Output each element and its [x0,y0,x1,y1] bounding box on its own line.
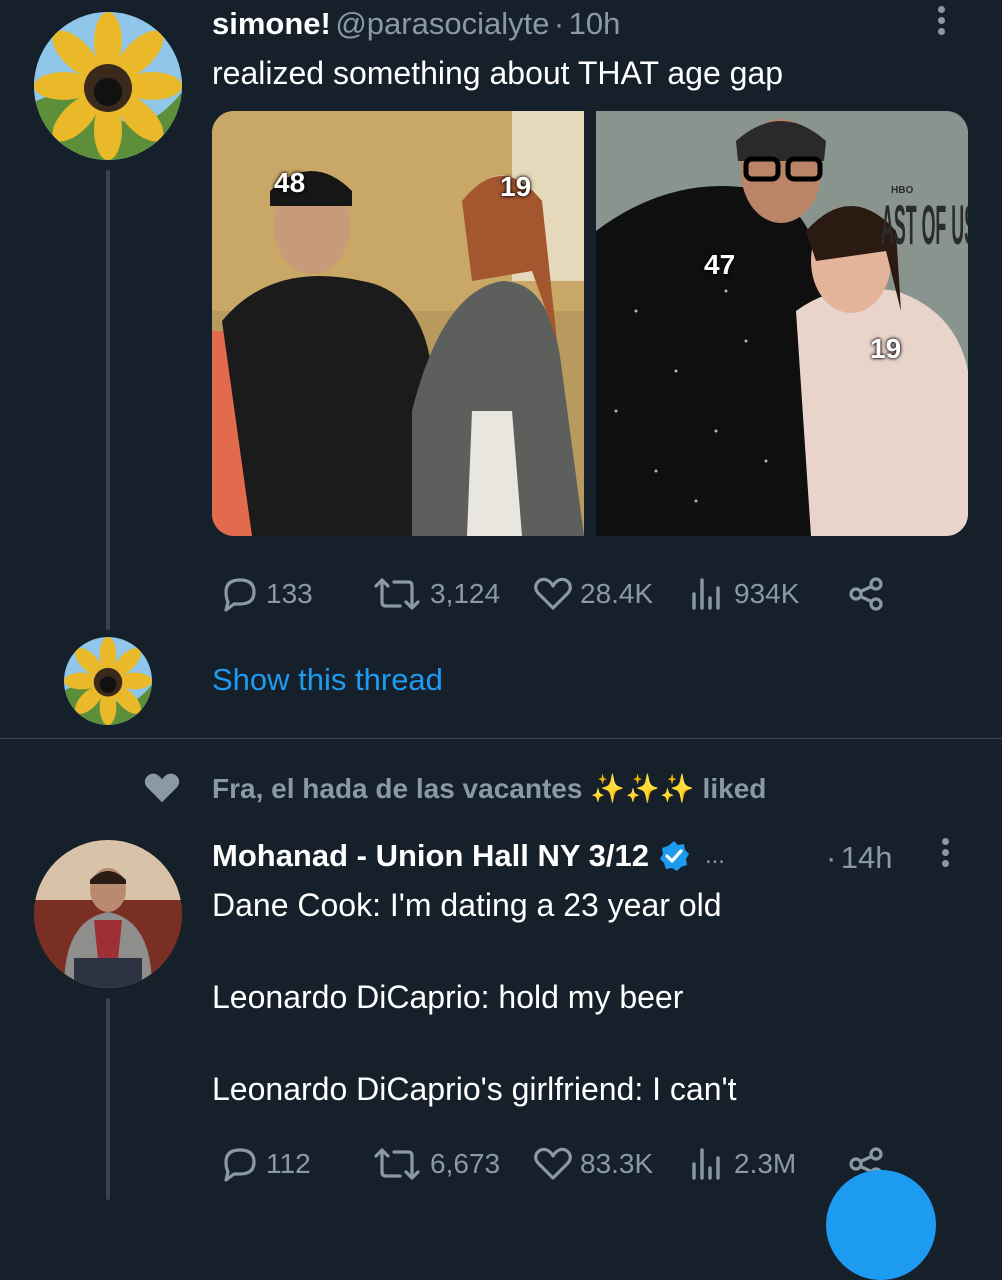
age-label-3: 47 [704,249,736,280]
views-icon [692,1148,720,1180]
avatar-simone[interactable] [34,12,182,160]
like-button[interactable]: 28.4K [532,576,653,612]
name-ellipsis: ... [704,842,725,869]
separator-2: · [826,840,837,875]
liked-banner[interactable]: Fra, el hada de las vacantes ✨✨✨ liked [212,772,766,805]
like-count-2: 83.3K [580,1148,654,1179]
heart-icon [534,577,572,610]
share-icon [849,577,883,611]
tweet-header-2: Mohanad - Union Hall NY 3/12 ... [212,838,725,874]
retweet-count: 3,124 [430,578,501,609]
more-options-icon-2[interactable] [942,834,949,871]
tweet-text-line-2: Leonardo DiCaprio: hold my beer [212,979,684,1015]
retweet-button[interactable]: 3,124 [370,576,500,612]
tweet-text: realized something about THAT age gap [212,55,784,91]
age-label-2: 19 [500,171,532,202]
tweet-text-line-1: Dane Cook: I'm dating a 23 year old [212,887,722,923]
timestamp[interactable]: 10h [569,6,621,41]
like-button-2[interactable]: 83.3K [532,1146,653,1182]
time-group-2: · 14h [826,840,893,876]
thread-line [106,170,110,630]
sign-text: AST OF US [881,195,968,257]
retweet-count-2: 6,673 [430,1148,501,1179]
timestamp-2[interactable]: 14h [841,840,893,875]
reply-icon [224,1148,256,1182]
author-name[interactable]: simone! [212,6,331,41]
tweet-image-1[interactable]: 48 19 [212,111,584,536]
reply-button-2[interactable]: 112 [218,1146,311,1182]
thread-avatar[interactable] [64,637,152,725]
divider [0,738,1002,739]
liked-heart-icon [142,770,182,811]
share-button[interactable] [846,576,892,612]
retweet-button-2[interactable]: 6,673 [370,1146,500,1182]
reply-button[interactable]: 133 [218,576,313,612]
compose-button[interactable] [826,1170,936,1280]
reply-count: 133 [266,578,313,609]
avatar-mohanad[interactable] [34,840,182,988]
views-count: 934K [734,578,800,609]
views-count-2: 2.3M [734,1148,797,1179]
more-options-icon[interactable] [938,2,945,39]
views-button[interactable]: 934K [688,576,799,612]
reply-icon [224,578,256,612]
thread-line-2 [106,998,110,1200]
separator: · [553,6,565,41]
retweet-icon [374,578,420,610]
author-name-2[interactable]: Mohanad - Union Hall NY 3/12 [212,838,649,874]
tweet-image-2[interactable]: HBO AST OF US 47 19 [596,111,968,536]
views-icon [692,578,720,610]
author-handle[interactable]: @parasocialyte [335,6,549,41]
tweet-text-line-3: Leonardo DiCaprio's girlfriend: I can't [212,1071,737,1107]
tweet-header: simone! @parasocialyte · 10h [212,6,620,42]
age-label-4: 19 [870,333,902,364]
retweet-icon [374,1148,420,1180]
like-count: 28.4K [580,578,654,609]
heart-icon [534,1147,572,1180]
age-label-1: 48 [274,167,306,198]
show-thread-link[interactable]: Show this thread [212,662,443,698]
reply-count-2: 112 [266,1148,311,1179]
verified-badge-icon [659,841,689,871]
views-button-2[interactable]: 2.3M [688,1146,796,1182]
